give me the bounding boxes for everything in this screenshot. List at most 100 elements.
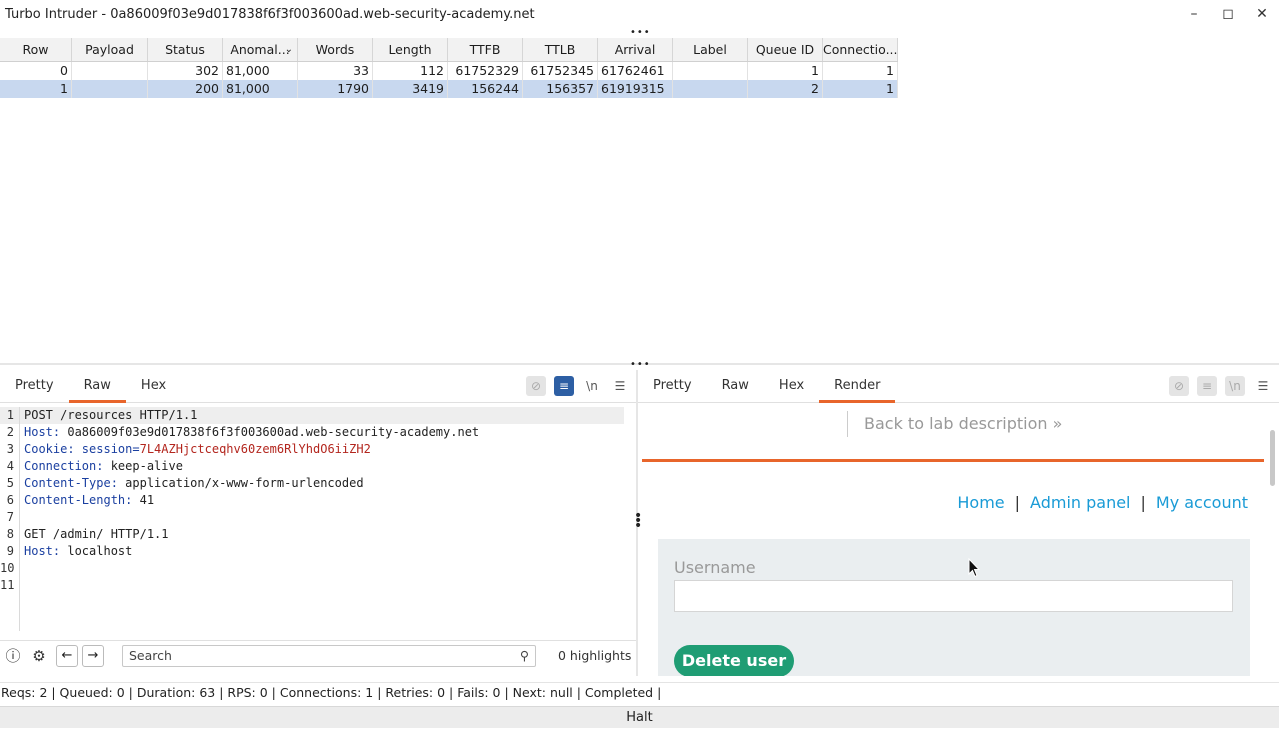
nav-home-link[interactable]: Home [957,493,1004,512]
hide-eye-icon[interactable]: ⊘ [526,376,546,396]
request-editor[interactable]: 1 POST /resources HTTP/1.1 2 Host: 0a86009… [0,407,624,631]
tab-hex[interactable]: Hex [764,370,819,402]
cell-anomaly: 81,000 [223,80,298,98]
search-input[interactable]: Search ⚲ [122,644,536,667]
line-number: 8 [0,526,20,543]
col-header-row[interactable]: Row [0,38,72,61]
next-arrow-icon[interactable]: → [82,644,104,667]
mouse-cursor-icon [968,558,980,578]
wrap-lines-icon[interactable]: ≡ [554,376,574,396]
results-table: Row Payload Status Anomal... ⌄ Words Leng… [0,38,898,98]
col-header-payload[interactable]: Payload [72,38,148,61]
col-header-connection[interactable]: Connectio... [823,38,898,61]
cell-anomaly: 81,000 [223,62,298,80]
col-header-label[interactable]: Label [673,38,748,61]
cell-ttlb: 156357 [523,80,598,98]
header-key: Host: [24,425,61,439]
col-header-ttlb[interactable]: TTLB [523,38,598,61]
minimize-icon[interactable]: – [1177,0,1211,28]
cell-row: 0 [0,62,72,80]
tab-raw[interactable]: Raw [707,370,764,402]
col-header-queue-id[interactable]: Queue ID [748,38,823,61]
code-line: 9 Host: localhost [0,543,624,560]
col-header-length[interactable]: Length [373,38,448,61]
response-tabs: Pretty Raw Hex Render ⊘ ≡ \n ☰ [638,370,1279,403]
header-key: Content-Type: [24,476,118,490]
site-nav: Home | Admin panel | My account [957,493,1248,512]
cell-row: 1 [0,80,72,98]
table-row[interactable]: 0 302 81,000 33 112 61752329 61752345 61… [0,62,898,80]
delete-user-button[interactable]: Delete user [674,645,794,676]
render-scrollbar[interactable] [1270,430,1275,486]
cookie-name: session= [74,442,140,456]
col-header-words[interactable]: Words [298,38,373,61]
nav-admin-panel-link[interactable]: Admin panel [1030,493,1130,512]
username-field[interactable] [674,580,1233,612]
header-value: keep-alive [103,459,183,473]
table-row-selected[interactable]: 1 200 81,000 1790 3419 156244 156357 619… [0,80,898,98]
line-number: 11 [0,577,20,594]
code-value: POST /resources HTTP/1.1 [24,408,198,422]
newline-toggle-icon[interactable]: \n [582,376,602,396]
tab-pretty[interactable]: Pretty [638,370,707,402]
top-splitter-handle[interactable]: ••• [630,28,650,38]
code-text: Content-Type: application/x-www-form-url… [20,475,364,492]
tab-raw[interactable]: Raw [68,370,127,403]
cell-arrival: 61919315 [598,80,673,98]
cell-connection: 1 [823,80,898,98]
line-number: 1 [0,407,20,424]
cell-label [673,62,748,80]
request-tabs: Pretty Raw Hex ⊘ ≡ \n ☰ [0,370,636,403]
header-value: 41 [132,493,155,507]
cell-status: 302 [148,62,223,80]
previous-arrow-icon[interactable]: ← [56,644,78,667]
header-key: Connection: [24,459,104,473]
col-header-status[interactable]: Status [148,38,223,61]
cookie-value: 7L4AZHjctceqhv60zem6RlYhdO6iiZH2 [139,442,371,456]
header-value: 0a86009f03e9d017838f6f3f003600ad.web-sec… [60,425,480,439]
request-pane: Pretty Raw Hex ⊘ ≡ \n ☰ 1 POST /resources… [0,370,636,676]
nav-separator: | [1140,493,1146,512]
help-icon[interactable]: ⓘ [0,643,26,669]
code-text: Cookie: session=7L4AZHjctceqhv60zem6RlYh… [20,441,371,458]
code-text: Host: localhost [20,543,132,560]
code-text: Host: 0a86009f03e9d017838f6f3f003600ad.w… [20,424,479,441]
col-header-ttfb[interactable]: TTFB [448,38,523,61]
cell-length: 112 [373,62,448,80]
menu-icon[interactable]: ☰ [1253,376,1273,396]
maximize-icon[interactable]: ◻ [1211,0,1245,28]
cell-queue-id: 2 [748,80,823,98]
code-text: Content-Length: 41 [20,492,154,509]
middle-splitter-handle[interactable]: ••• [630,360,650,370]
double-chevron-right-icon: » [1052,414,1063,433]
code-line: 1 POST /resources HTTP/1.1 [0,407,624,424]
nav-my-account-link[interactable]: My account [1156,493,1248,512]
table-header: Row Payload Status Anomal... ⌄ Words Leng… [0,38,898,62]
cell-ttfb: 156244 [448,80,523,98]
search-icon: ⚲ [519,648,529,663]
tab-render[interactable]: Render [819,370,896,403]
highlights-count: 0 highlights [558,648,632,663]
username-label: Username [674,558,756,577]
hide-eye-icon[interactable]: ⊘ [1169,376,1189,396]
halt-button[interactable]: Halt [0,706,1279,728]
col-header-anomaly[interactable]: Anomal... ⌄ [223,38,298,61]
cell-label [673,80,748,98]
cell-arrival: 61762461 [598,62,673,80]
newline-toggle-icon[interactable]: \n [1225,376,1245,396]
cell-connection: 1 [823,62,898,80]
cell-status: 200 [148,80,223,98]
gear-icon[interactable]: ⚙ [26,643,52,669]
tab-pretty[interactable]: Pretty [0,370,69,402]
back-to-lab-link[interactable]: Back to lab description » [847,411,1062,437]
rendered-response: Back to lab description » Home | Admin pan… [642,407,1264,676]
line-number: 3 [0,441,20,458]
tab-hex[interactable]: Hex [126,370,181,402]
window-controls: – ◻ ✕ [1177,0,1279,28]
menu-icon[interactable]: ☰ [610,376,630,396]
header-key: Content-Length: [24,493,133,507]
close-icon[interactable]: ✕ [1245,0,1279,28]
col-header-arrival[interactable]: Arrival [598,38,673,61]
line-number: 9 [0,543,20,560]
wrap-lines-icon[interactable]: ≡ [1197,376,1217,396]
